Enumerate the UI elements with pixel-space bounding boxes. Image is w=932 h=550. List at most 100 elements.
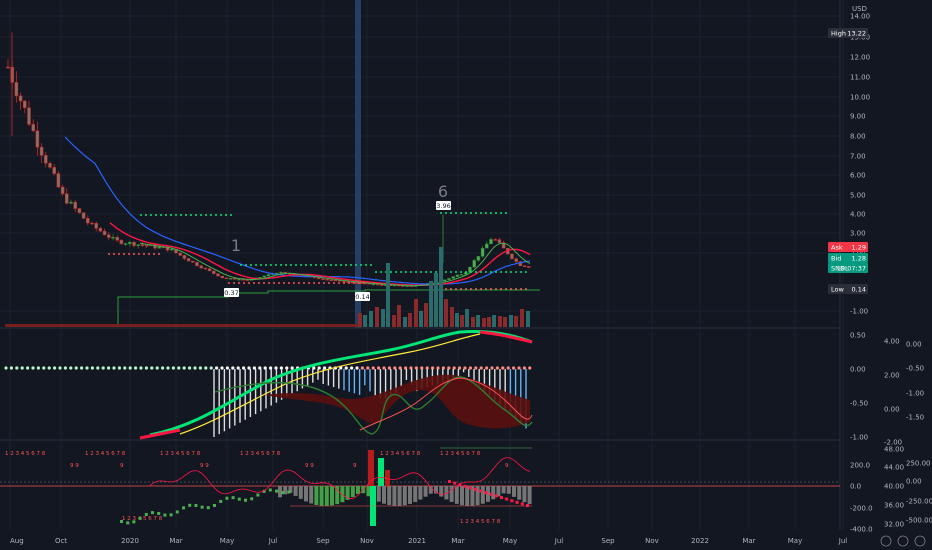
price-label-sndl: SNDL18:07:37 xyxy=(828,263,868,273)
wave-label-1: 1 xyxy=(231,236,241,255)
candle-body xyxy=(451,276,455,279)
dot-marker xyxy=(151,511,154,515)
dot-marker xyxy=(231,496,235,500)
candle-body xyxy=(140,244,145,246)
pane2-tick-a: 2.00 xyxy=(884,372,900,380)
candle-body xyxy=(170,249,174,251)
zero-dot xyxy=(69,366,73,370)
zero-dot xyxy=(123,366,127,370)
indicator-bar xyxy=(376,486,381,502)
dot-marker xyxy=(250,497,254,501)
candle-body xyxy=(111,236,115,239)
count-label: 9 9 xyxy=(70,463,79,469)
candle-body xyxy=(132,241,136,246)
zero-dot xyxy=(90,366,94,370)
x-tick: Aug xyxy=(10,537,24,545)
x-tick: Mar xyxy=(169,537,182,545)
dot-marker xyxy=(275,489,278,493)
pane2-tick: -0.50 xyxy=(850,400,868,408)
zero-dot xyxy=(355,366,359,370)
candle-body xyxy=(216,273,220,277)
indicator-bar xyxy=(392,486,397,506)
dot-marker xyxy=(188,503,192,507)
zero-dot xyxy=(220,366,224,370)
price-tick: 5.00 xyxy=(850,192,866,200)
pane3-tick-a: 44.00 xyxy=(884,464,904,472)
x-tick: 2021 xyxy=(408,537,426,545)
low-callout-2: 0.14 xyxy=(355,292,370,301)
count-label: 1 2 3 4 5 6 7 8 xyxy=(5,451,46,457)
indicator-bar xyxy=(408,486,412,504)
zero-dot xyxy=(4,366,8,370)
candle-body xyxy=(182,255,187,259)
indicator-bar xyxy=(449,486,454,502)
indicator-bar xyxy=(397,486,402,506)
indicator-spike xyxy=(378,458,384,486)
price-label-value: 1.28 xyxy=(852,254,866,262)
count-label: 1 2 3 4 5 6 7 8 xyxy=(122,516,163,522)
indicator-bar xyxy=(423,486,428,497)
pane2-tick-b: -1.50 xyxy=(906,414,924,422)
candle-body xyxy=(27,107,31,125)
candle-body xyxy=(497,239,502,244)
candle-body xyxy=(31,124,35,132)
zero-dot xyxy=(490,366,494,370)
highlight-band xyxy=(355,0,361,328)
pane3-tick: -400.0 xyxy=(850,526,873,534)
candle-body xyxy=(485,243,489,249)
volume-bar xyxy=(520,309,524,327)
zero-dot xyxy=(204,366,208,370)
zero-dot xyxy=(161,366,165,370)
dot-marker xyxy=(526,504,529,507)
volume-bar xyxy=(503,317,507,327)
indicator-bar xyxy=(480,486,485,504)
candle-body xyxy=(228,277,233,280)
pane3-tick-b: 250.00 xyxy=(906,460,931,468)
zero-dot xyxy=(58,366,62,370)
count-label: 9 xyxy=(353,463,357,469)
pane3-tick: 0.0 xyxy=(850,483,861,491)
dot-marker xyxy=(225,496,229,500)
indicator-spike xyxy=(368,450,374,486)
zero-dot xyxy=(36,366,41,370)
candle-body xyxy=(317,277,321,280)
price-tick: 9.00 xyxy=(850,113,866,121)
zero-dot xyxy=(209,366,213,370)
count-label: 1 2 3 4 5 6 7 8 xyxy=(85,451,126,457)
candle-body xyxy=(77,208,82,213)
pane2-tick-a: 4.00 xyxy=(884,338,900,346)
zero-dot xyxy=(144,366,148,370)
x-tick: 2020 xyxy=(121,537,139,545)
volume-bar xyxy=(526,311,530,327)
dot-marker xyxy=(463,484,467,488)
volume-bar xyxy=(375,307,379,327)
zero-dot xyxy=(193,366,197,370)
candle-body xyxy=(514,258,518,262)
candle-body xyxy=(199,265,203,269)
dot-marker xyxy=(468,486,472,490)
count-label: 1 2 3 4 5 6 7 8 xyxy=(160,451,201,457)
x-tick: 2022 xyxy=(691,537,709,545)
indicator-bar xyxy=(454,486,459,504)
dot-marker xyxy=(510,499,514,503)
candle-body xyxy=(447,278,451,280)
zero-dot xyxy=(112,366,116,370)
candle-body xyxy=(380,284,384,286)
candle-body xyxy=(342,281,346,283)
price-tick: 11.00 xyxy=(850,74,870,82)
price-label-bid: Bid 1.28 xyxy=(828,253,868,263)
candle-body xyxy=(212,270,216,274)
candle-body xyxy=(81,212,86,219)
candle-body xyxy=(333,279,338,282)
volume-bar xyxy=(403,317,407,327)
volume-bar xyxy=(465,309,469,327)
candle-body xyxy=(279,271,283,274)
count-label: 9 xyxy=(120,463,124,469)
pane3-tick-a: 40.00 xyxy=(884,483,904,491)
zero-dot xyxy=(511,366,516,370)
candle-body xyxy=(123,243,128,245)
candle-body xyxy=(65,193,69,204)
candle-body xyxy=(48,163,52,168)
candle-body xyxy=(35,130,40,148)
currency-label: USD xyxy=(852,5,867,13)
